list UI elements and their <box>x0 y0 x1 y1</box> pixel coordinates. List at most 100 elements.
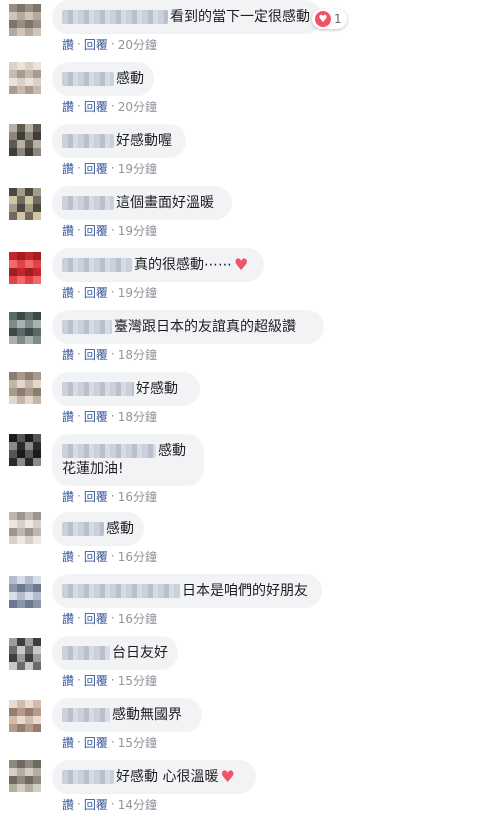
comment-text: 這個畫面好溫暖 <box>116 195 214 211</box>
comment-timestamp[interactable]: 15分鐘 <box>118 734 157 751</box>
avatar[interactable] <box>9 638 41 670</box>
commenter-name[interactable] <box>62 382 134 396</box>
comment-bubble: 真的很感動⋯⋯ ♥ <box>52 248 264 282</box>
reply-link[interactable]: 回覆 <box>84 98 108 115</box>
reply-link[interactable]: 回覆 <box>84 284 108 301</box>
like-link[interactable]: 讚 <box>62 36 74 53</box>
like-link[interactable]: 讚 <box>62 98 74 115</box>
comment-line: 真的很感動⋯⋯ ♥ <box>62 256 254 274</box>
reply-link[interactable]: 回覆 <box>84 796 108 813</box>
comment-item: 感動讚 · 回覆 · 16分鐘 <box>0 512 504 570</box>
reply-link[interactable]: 回覆 <box>84 672 108 689</box>
reply-link[interactable]: 回覆 <box>84 346 108 363</box>
heart-emoji-icon: ♥ <box>234 255 249 274</box>
comment-timestamp[interactable]: 16分鐘 <box>118 548 157 565</box>
comment-bubble: 臺灣跟日本的友誼真的超級讚 <box>52 310 324 344</box>
avatar[interactable] <box>9 312 41 344</box>
comment-timestamp[interactable]: 19分鐘 <box>118 160 157 177</box>
avatar[interactable] <box>9 576 41 608</box>
comment-actions: 讚 · 回覆 · 20分鐘 <box>62 98 157 114</box>
reply-link[interactable]: 回覆 <box>84 488 108 505</box>
reply-link[interactable]: 回覆 <box>84 610 108 627</box>
avatar[interactable] <box>9 62 41 94</box>
commenter-name[interactable] <box>62 770 114 784</box>
comment-actions: 讚 · 回覆 · 15分鐘 <box>62 734 157 750</box>
commenter-name[interactable] <box>62 258 132 272</box>
comment-bubble: 好感動 <box>52 372 200 406</box>
like-link[interactable]: 讚 <box>62 222 74 239</box>
avatar[interactable] <box>9 124 41 156</box>
comment-timestamp[interactable]: 20分鐘 <box>118 98 157 115</box>
avatar[interactable] <box>9 252 41 284</box>
commenter-name[interactable] <box>62 134 114 148</box>
separator: · <box>110 285 115 299</box>
comment-text: 好感動 心很溫暖 <box>116 769 219 785</box>
reply-link[interactable]: 回覆 <box>84 408 108 425</box>
comment-timestamp[interactable]: 14分鐘 <box>118 796 157 813</box>
commenter-name[interactable] <box>62 320 112 334</box>
like-link[interactable]: 讚 <box>62 672 74 689</box>
comment-actions: 讚 · 回覆 · 15分鐘 <box>62 672 157 688</box>
separator: · <box>77 285 81 299</box>
commenter-name[interactable] <box>62 10 168 24</box>
commenter-name[interactable] <box>62 708 110 722</box>
comment-timestamp[interactable]: 15分鐘 <box>118 672 157 689</box>
avatar[interactable] <box>9 512 41 544</box>
comment-item: 好感動讚 · 回覆 · 18分鐘 <box>0 372 504 430</box>
like-link[interactable]: 讚 <box>62 488 74 505</box>
separator: · <box>110 409 115 423</box>
reply-link[interactable]: 回覆 <box>84 36 108 53</box>
comment-timestamp[interactable]: 19分鐘 <box>118 222 157 239</box>
comment-item: 看到的當下一定很感動 ♥ 1 讚 · 回覆 · 20分鐘 <box>0 0 504 58</box>
commenter-name[interactable] <box>62 196 114 210</box>
avatar[interactable] <box>9 372 41 404</box>
comment-line: 感動 <box>62 442 194 460</box>
like-link[interactable]: 讚 <box>62 548 74 565</box>
reply-link[interactable]: 回覆 <box>84 734 108 751</box>
comment-timestamp[interactable]: 18分鐘 <box>118 346 157 363</box>
separator: · <box>77 99 81 113</box>
like-link[interactable]: 讚 <box>62 346 74 363</box>
like-link[interactable]: 讚 <box>62 796 74 813</box>
commenter-name[interactable] <box>62 72 114 86</box>
comment-timestamp[interactable]: 18分鐘 <box>118 408 157 425</box>
avatar[interactable] <box>9 760 41 792</box>
separator: · <box>77 673 81 687</box>
reply-link[interactable]: 回覆 <box>84 160 108 177</box>
avatar[interactable] <box>9 188 41 220</box>
like-link[interactable]: 讚 <box>62 610 74 627</box>
separator: · <box>77 37 81 51</box>
like-link[interactable]: 讚 <box>62 408 74 425</box>
comment-actions: 讚 · 回覆 · 18分鐘 <box>62 346 157 362</box>
separator: · <box>77 347 81 361</box>
comment-timestamp[interactable]: 19分鐘 <box>118 284 157 301</box>
avatar[interactable] <box>9 4 41 36</box>
comment-line-2: 花蓮加油! <box>62 460 194 478</box>
comment-actions: 讚 · 回覆 · 16分鐘 <box>62 488 157 504</box>
comment-text: 看到的當下一定很感動 <box>170 9 310 25</box>
commenter-name[interactable] <box>62 522 104 536</box>
separator: · <box>77 161 81 175</box>
comment-line: 感動 <box>62 520 134 538</box>
commenter-name[interactable] <box>62 444 156 458</box>
comment-timestamp[interactable]: 20分鐘 <box>118 36 157 53</box>
comment-actions: 讚 · 回覆 · 16分鐘 <box>62 610 157 626</box>
avatar[interactable] <box>9 434 41 466</box>
avatar[interactable] <box>9 700 41 732</box>
comment-timestamp[interactable]: 16分鐘 <box>118 488 157 505</box>
comment-bubble: 好感動喔 <box>52 124 186 158</box>
separator: · <box>77 409 81 423</box>
like-link[interactable]: 讚 <box>62 734 74 751</box>
like-link[interactable]: 讚 <box>62 284 74 301</box>
reaction-badge[interactable]: ♥ 1 <box>312 9 347 29</box>
separator: · <box>110 797 115 811</box>
comment-timestamp[interactable]: 16分鐘 <box>118 610 157 627</box>
reply-link[interactable]: 回覆 <box>84 222 108 239</box>
comment-text: 感動無國界 <box>112 707 182 723</box>
like-link[interactable]: 讚 <box>62 160 74 177</box>
commenter-name[interactable] <box>62 646 110 660</box>
reply-link[interactable]: 回覆 <box>84 548 108 565</box>
commenter-name[interactable] <box>62 584 180 598</box>
separator: · <box>110 37 115 51</box>
separator: · <box>77 223 81 237</box>
